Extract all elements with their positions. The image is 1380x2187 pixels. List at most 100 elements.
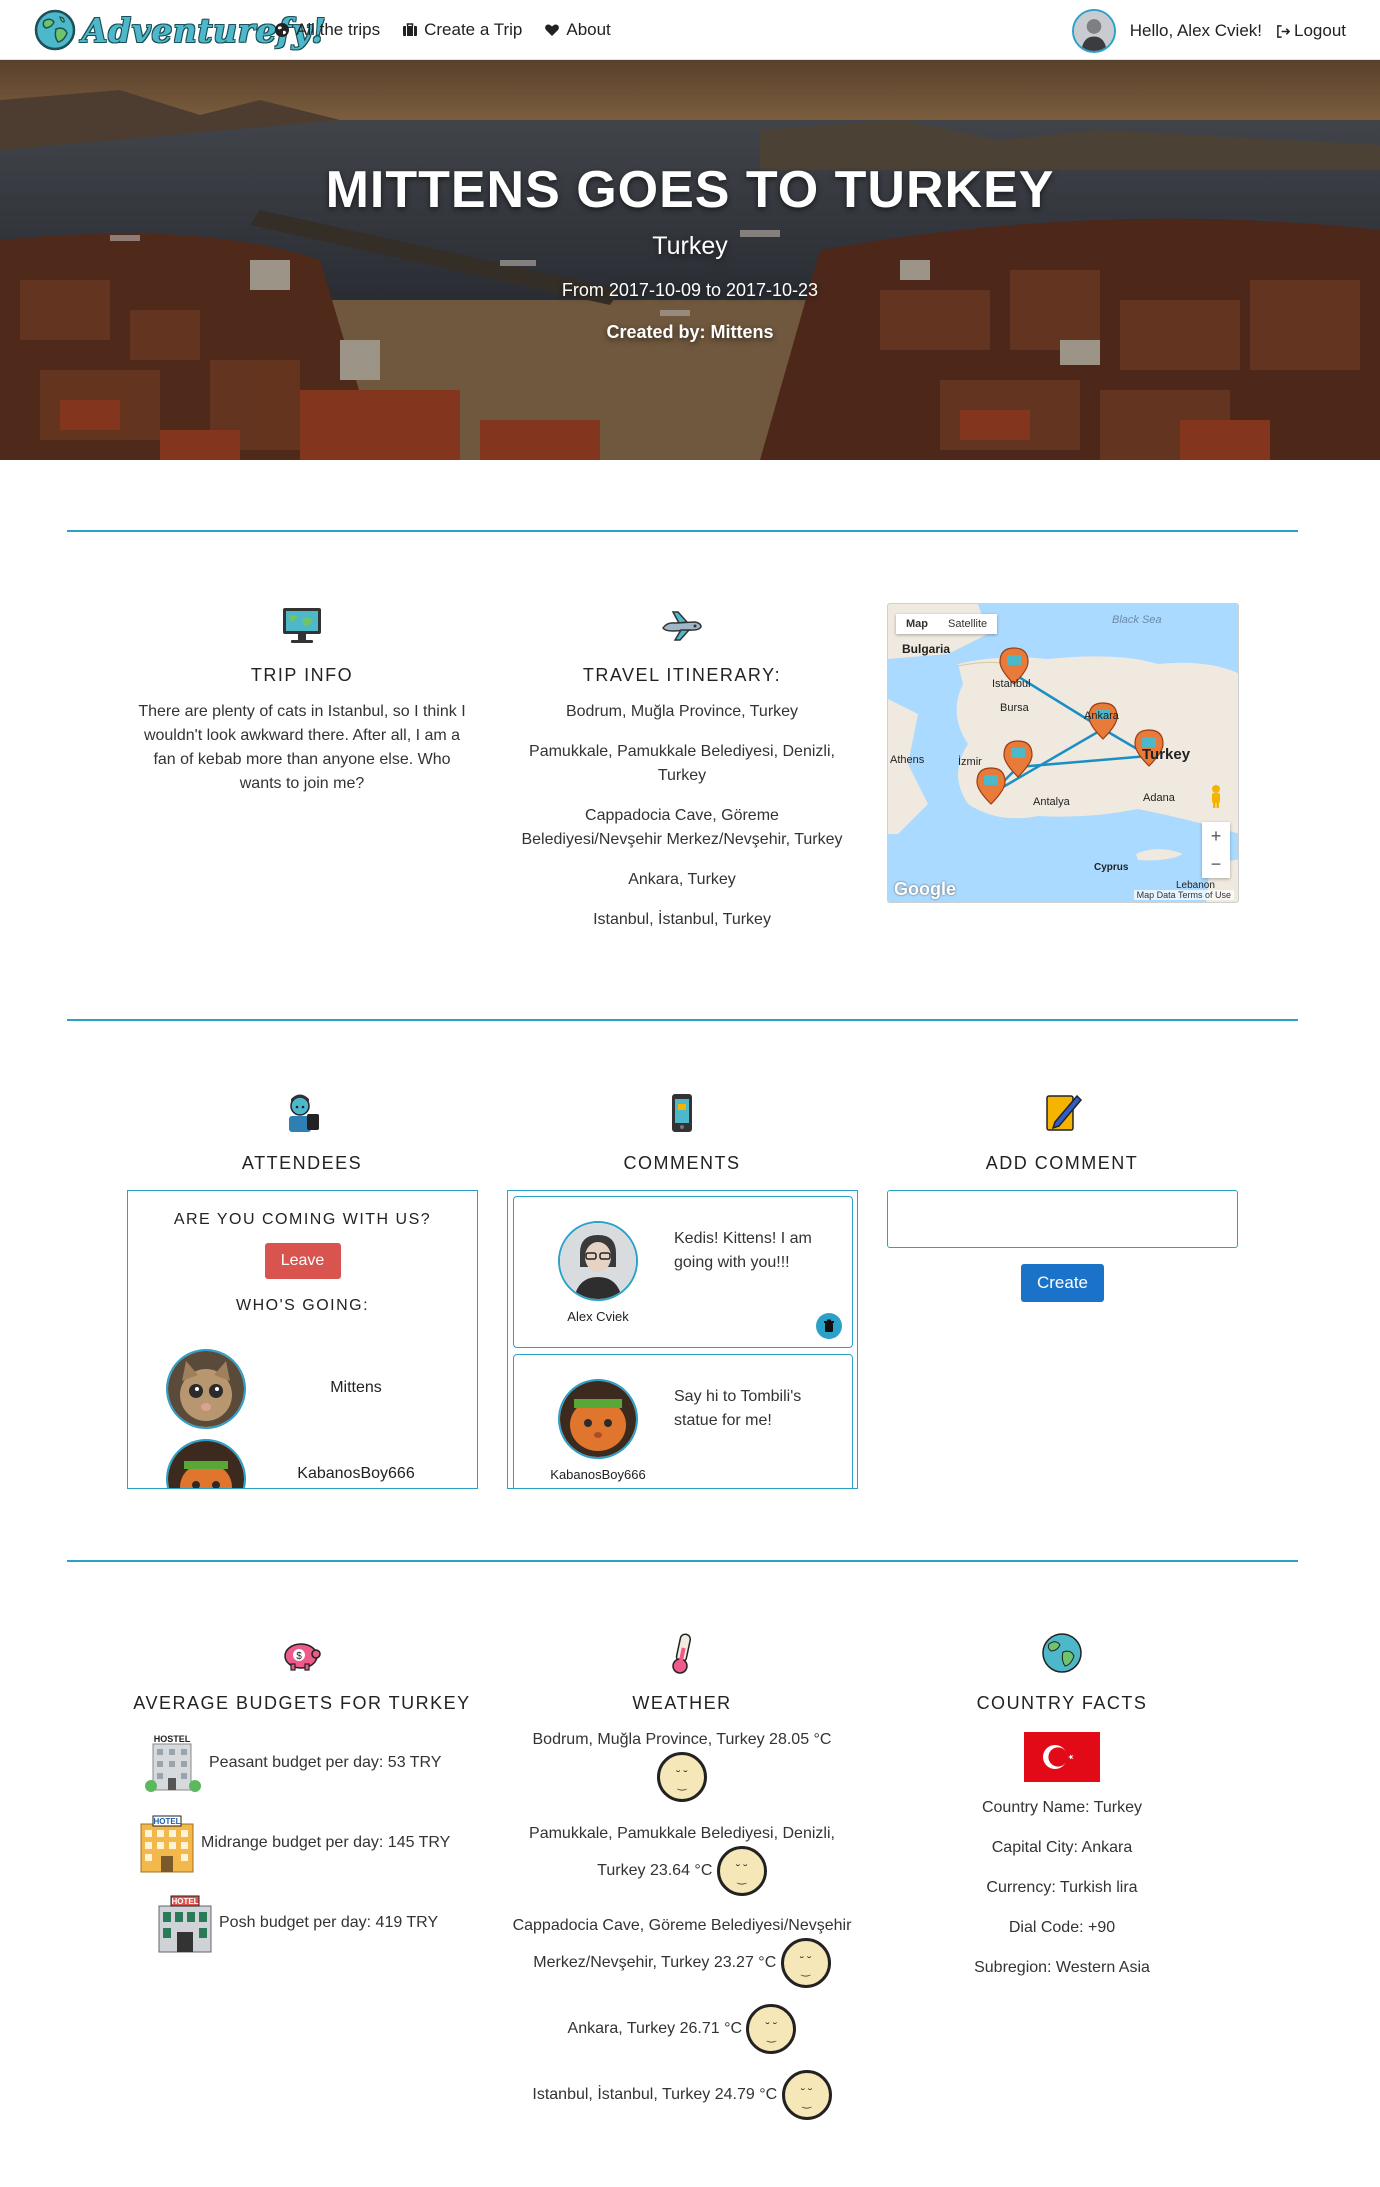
- budget-label: Posh budget per day: 419 TRY: [219, 1914, 439, 1931]
- section-divider: [67, 1019, 1298, 1021]
- trip-country: Turkey: [652, 232, 728, 260]
- globe-icon: [275, 23, 289, 37]
- weather-temp: 28.05 °C: [769, 1731, 832, 1748]
- traveler-icon: [289, 1094, 319, 1132]
- budget-label: Midrange budget per day: 145 TRY: [201, 1834, 451, 1851]
- add-comment-column: ADD COMMENT: [887, 1090, 1237, 1174]
- budget-item: HOTEL Posh budget per day: 419 TRY: [127, 1892, 477, 1956]
- hotel-icon: HOTEL: [140, 1815, 194, 1873]
- comment-author: KabanosBoy666: [550, 1467, 646, 1482]
- nav-all-trips-label: All the trips: [296, 20, 381, 39]
- comments-box: Alex Cviek Kedis! Kittens! I am going wi…: [507, 1190, 858, 1489]
- weather-temp: 24.79 °C: [714, 2086, 778, 2104]
- nav-about[interactable]: About: [544, 20, 611, 40]
- map-label: Cyprus: [1094, 862, 1129, 873]
- avatar: [558, 1379, 638, 1459]
- moon-icon: [657, 1752, 707, 1802]
- whos-going-heading: WHO'S GOING:: [235, 1297, 370, 1314]
- weather-item: Ankara, Turkey 26.71 °C: [507, 2004, 857, 2054]
- attendee-name: Mittens: [330, 1379, 382, 1396]
- attendee-name: KabanosBoy666: [297, 1465, 415, 1482]
- user-avatar-image: [560, 1223, 636, 1299]
- zoom-out-button[interactable]: −: [1202, 850, 1230, 878]
- map-label: Bursa: [1000, 702, 1029, 714]
- section-divider: [67, 530, 1298, 532]
- earth-icon: [1042, 1633, 1082, 1673]
- zoom-in-button[interactable]: +: [1202, 822, 1230, 850]
- svg-text:$: $: [296, 1651, 302, 1662]
- nav-user: Hello, Alex Cviek! Logout: [1071, 9, 1346, 53]
- notepad-pen-icon: [1046, 1094, 1083, 1131]
- itinerary-item: Ankara, Turkey: [628, 871, 736, 888]
- map-footer[interactable]: Map Data Terms of Use: [1133, 890, 1234, 900]
- map-tab-satellite[interactable]: Satellite: [938, 614, 997, 634]
- weather-place: Istanbul, İstanbul, Turkey: [532, 2086, 711, 2104]
- fact-item: Capital City: Ankara: [991, 1839, 1133, 1856]
- map-label: Black Sea: [1112, 614, 1162, 626]
- piggy-bank-icon: $: [284, 1643, 321, 1671]
- itinerary-item: Cappadocia Cave, Göreme Belediyesi/Nevşe…: [521, 807, 843, 848]
- turkey-flag-icon: [1024, 1732, 1100, 1782]
- add-comment-heading: ADD COMMENT: [985, 1153, 1139, 1173]
- budget-item: HOSTEL Peasant budget per day: 53 TRY: [127, 1732, 477, 1796]
- map-zoom-controls: + −: [1202, 822, 1230, 878]
- map-label: Istanbul: [992, 678, 1031, 690]
- logout-link[interactable]: Logout: [1276, 21, 1346, 41]
- moon-icon: [781, 2070, 832, 2120]
- hotel-sign: HOTEL: [153, 1817, 180, 1826]
- comments-heading: COMMENTS: [623, 1153, 741, 1173]
- leave-button[interactable]: Leave: [264, 1243, 341, 1279]
- route-map[interactable]: Map Satellite Black Sea Bulgaria Istanbu…: [887, 603, 1239, 903]
- budget-list: HOSTEL Peasant budget per day: 53 TRY HO…: [127, 1732, 477, 1972]
- create-comment-button[interactable]: Create: [1021, 1264, 1104, 1302]
- attendees-heading: ATTENDEES: [241, 1153, 363, 1173]
- country-facts-column: COUNTRY FACTS Country Name: Turkey Capit…: [887, 1630, 1237, 1980]
- attendee-item[interactable]: KabanosBoy666: [166, 1439, 466, 1488]
- logout-label: Logout: [1294, 21, 1346, 40]
- monitor-map-icon: [283, 608, 321, 643]
- trip-description: There are plenty of cats in Istanbul, so…: [138, 703, 466, 792]
- hostel-sign: HOSTEL: [154, 1734, 191, 1744]
- weather-item: Pamukkale, Pamukkale Belediyesi, Denizli…: [507, 1822, 857, 1896]
- airplane-icon: [662, 611, 702, 641]
- avatar: [166, 1349, 246, 1429]
- map-label: Turkey: [1142, 746, 1191, 763]
- attendee-item[interactable]: Mittens: [166, 1349, 466, 1433]
- budget-label: Peasant budget per day: 53 TRY: [209, 1754, 442, 1771]
- phone-icon: [672, 1094, 692, 1132]
- thermometer-icon: [672, 1633, 692, 1674]
- map-label: Adana: [1143, 792, 1175, 804]
- avatar: [558, 1221, 638, 1301]
- briefcase-icon: [403, 23, 418, 36]
- attend-question: ARE YOU COMING WITH US?: [173, 1211, 432, 1228]
- nav-all-trips[interactable]: All the trips: [274, 20, 380, 40]
- user-avatar[interactable]: [1071, 9, 1116, 53]
- avatar: [166, 1439, 246, 1488]
- map-label: İzmir: [958, 756, 982, 768]
- luxury-hotel-icon: HOTEL: [158, 1895, 212, 1953]
- trip-dates: From 2017-10-09 to 2017-10-23: [561, 280, 819, 300]
- map-label: Ankara: [1084, 710, 1119, 722]
- weather-column: WEATHER Bodrum, Muğla Province, Turkey 2…: [507, 1630, 857, 2120]
- comments-column: COMMENTS: [507, 1090, 857, 1174]
- fact-item: Dial Code: +90: [1008, 1919, 1116, 1936]
- moon-icon: [780, 1938, 831, 1988]
- itinerary-list: Bodrum, Muğla Province, Turkey Pamukkale…: [507, 700, 857, 932]
- street-view-pegman-icon[interactable]: [1206, 784, 1226, 808]
- logout-icon: [1277, 24, 1291, 38]
- itinerary-heading: TRAVEL ITINERARY:: [582, 665, 782, 685]
- delete-comment-button[interactable]: [816, 1313, 842, 1339]
- comment-input[interactable]: [887, 1190, 1238, 1248]
- cat-avatar-image: [168, 1441, 244, 1488]
- comment-text: Kedis! Kittens! I am going with you!!!: [674, 1230, 812, 1271]
- map-label: Bulgaria: [902, 642, 951, 656]
- nav-create-trip[interactable]: Create a Trip: [402, 20, 522, 40]
- weather-list: Bodrum, Muğla Province, Turkey 28.05 °C …: [507, 1728, 857, 2120]
- map-tab-map[interactable]: Map: [896, 614, 938, 634]
- globe-logo-icon: [34, 9, 76, 51]
- map-label: Antalya: [1033, 796, 1070, 808]
- weather-place: Bodrum, Muğla Province, Turkey: [532, 1731, 765, 1748]
- flag-image: [1024, 1732, 1100, 1782]
- trip-info-column: TRIP INFO There are plenty of cats in Is…: [127, 602, 477, 796]
- cat-avatar-image: [168, 1351, 244, 1427]
